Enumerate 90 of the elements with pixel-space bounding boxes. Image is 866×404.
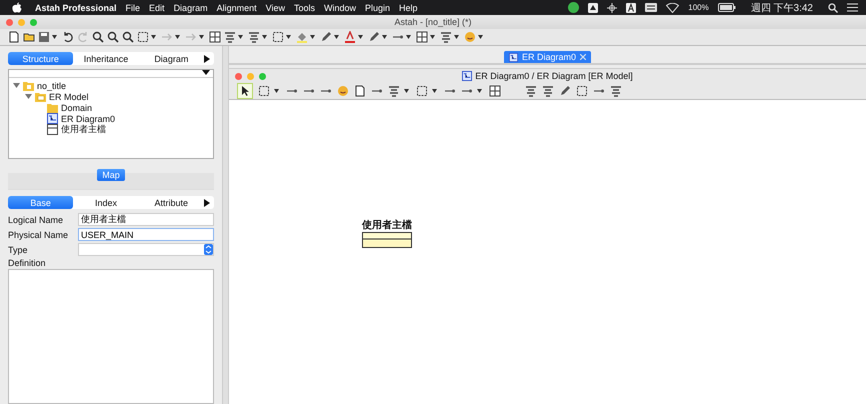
caret-icon[interactable] [478,35,483,39]
undo-icon[interactable] [62,31,74,43]
tree-item[interactable]: 使用者主檔 [61,123,106,136]
diagram-icon [508,52,518,62]
entity-name: 使用者主檔 [362,218,412,232]
caret-icon[interactable] [334,35,339,39]
tree-item[interactable]: ER Diagram0 [61,114,116,124]
map-button[interactable]: Map [97,169,125,181]
new-file-icon[interactable] [8,31,20,43]
rectangle-tool-icon[interactable] [416,85,428,97]
menu-item[interactable]: Window [324,2,356,12]
menu-item[interactable]: Help [399,2,418,12]
diagram-icon [462,71,472,81]
menu-item[interactable]: Plugin [365,2,390,12]
window-title: Astah - [no_title] (*) [394,17,472,27]
caret-icon[interactable] [199,35,204,39]
battery-icon[interactable] [718,3,736,12]
pen-icon[interactable] [320,31,332,43]
caret-icon[interactable] [477,89,482,93]
menu-item[interactable]: Edit [149,2,165,12]
apple-logo-icon[interactable] [12,2,22,13]
diagram-window-title: ER Diagram0 / ER Diagram [ER Model] [475,71,633,81]
menu-item[interactable]: View [266,2,285,12]
more-tabs-arrow-icon[interactable] [204,198,210,206]
caret-icon[interactable] [406,35,411,39]
menu-item[interactable]: File [126,2,140,12]
caret-icon[interactable] [430,35,435,39]
caret-icon[interactable] [286,35,291,39]
smiley-icon[interactable] [464,31,476,43]
caret-icon[interactable] [274,89,279,93]
logical-name-field[interactable]: 使用者主檔 [78,213,214,226]
caret-icon[interactable] [310,35,315,39]
caret-icon[interactable] [404,89,409,93]
search-icon[interactable] [92,31,104,43]
expanded-arrow-icon[interactable] [25,93,32,100]
caret-icon[interactable] [382,35,387,39]
entity-box[interactable] [362,232,412,248]
entity-icon [47,124,58,135]
input-source-icon[interactable] [626,2,636,12]
tab[interactable]: Index [73,196,139,209]
app-name-menu[interactable]: Astah Professional [35,2,117,12]
project-folder-icon [23,80,34,90]
caret-icon[interactable] [151,35,156,39]
stepper-icon [204,244,213,255]
tab[interactable]: Base [8,196,74,209]
caret-icon[interactable] [175,35,180,39]
menu-item[interactable]: Tools [294,2,315,12]
field-label: Type [8,244,29,254]
type-dropdown[interactable] [78,243,214,256]
physical-name-field[interactable]: USER_MAIN [78,228,214,241]
caret-icon[interactable] [262,35,267,39]
save-icon[interactable] [38,31,50,43]
field-label: Logical Name [8,214,64,224]
crosshair-icon[interactable] [607,2,618,12]
tree-item[interactable]: ER Model [49,92,89,102]
note-icon[interactable] [354,85,366,97]
caret-icon[interactable] [432,89,437,93]
tree-item[interactable]: Domain [61,102,92,112]
tree-item[interactable]: no_title [37,80,66,90]
expanded-arrow-icon[interactable] [13,82,20,89]
font-color-icon[interactable] [344,31,356,43]
model-folder-icon [35,92,46,102]
diagram-tab[interactable]: ER Diagram0 [504,51,592,63]
menu-item[interactable]: Alignment [216,2,257,12]
more-tabs-arrow-icon[interactable] [204,54,210,62]
tab-label: ER Diagram0 [522,52,576,62]
caret-icon[interactable] [52,35,57,39]
tab[interactable]: Attribute [138,196,204,209]
field-label: Definition [8,258,47,268]
tab[interactable]: Diagram [138,52,204,65]
search-icon[interactable] [828,2,838,12]
folder-icon [47,102,58,112]
keyboard-icon[interactable] [645,3,658,12]
battery-percentage: 100% [688,3,709,12]
chat-bubble-icon[interactable] [568,2,580,13]
menu-item[interactable]: Diagram [174,2,208,12]
caret-icon[interactable] [238,35,243,39]
tab[interactable]: Structure [8,52,74,65]
dropdown-arrow-icon[interactable] [202,70,210,75]
wifi-icon[interactable] [666,2,680,12]
drive-icon[interactable] [588,2,598,12]
caret-icon[interactable] [358,35,363,39]
field-label: Physical Name [8,230,70,240]
diagram-icon [47,113,58,124]
close-icon[interactable] [580,54,586,60]
tab[interactable]: Inheritance [73,52,139,65]
list-menu-icon[interactable] [847,3,858,12]
clock[interactable]: 週四 下午3:42 [750,0,813,14]
open-folder-icon[interactable] [23,31,35,43]
caret-icon[interactable] [454,35,459,39]
